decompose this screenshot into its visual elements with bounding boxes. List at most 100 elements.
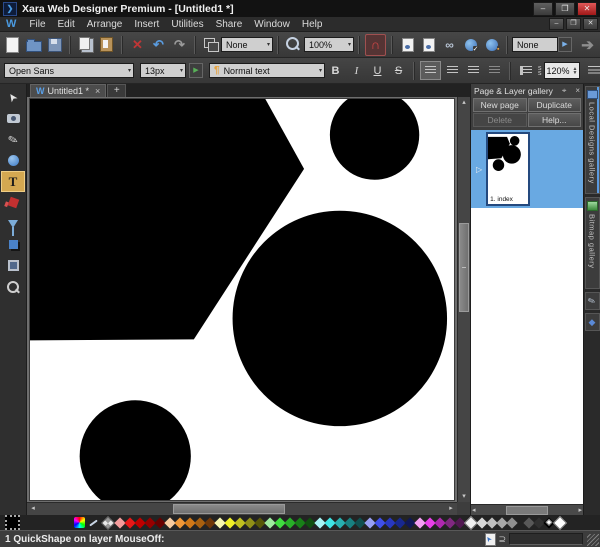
tool-transparency[interactable] — [1, 213, 25, 234]
minimize-button[interactable]: – — [533, 2, 553, 16]
align-center-button[interactable] — [443, 62, 462, 79]
scroll-up-icon[interactable]: ▴ — [458, 97, 470, 108]
align-right-button[interactable] — [464, 62, 483, 79]
save-button[interactable] — [45, 35, 64, 55]
preview-website-button[interactable] — [419, 35, 438, 55]
delete-button[interactable]: ✕ — [128, 35, 147, 55]
forward-button[interactable]: ➔ — [578, 35, 597, 55]
scroll-right-icon[interactable]: ▸ — [445, 503, 457, 515]
pin-icon[interactable]: ⌖ — [558, 86, 567, 96]
tool-shape-editor[interactable]: ✎ — [1, 129, 25, 150]
tool-selector[interactable]: ➤ — [1, 87, 25, 108]
tool-zoom[interactable] — [1, 276, 25, 297]
tool-text[interactable]: T — [1, 171, 25, 192]
tab-close-icon[interactable]: × — [95, 86, 100, 96]
font-size-dropdown[interactable]: 13px ▾ — [140, 63, 186, 78]
tool-fill[interactable] — [1, 192, 25, 213]
menu-edit[interactable]: Edit — [52, 18, 81, 31]
tab-fill-gallery[interactable]: ◆ — [585, 313, 600, 331]
canvas-page[interactable] — [29, 98, 455, 501]
web-link-button[interactable]: ∞ — [440, 35, 459, 55]
color-swatch[interactable] — [553, 515, 567, 529]
redo-button[interactable]: ↷ — [170, 35, 189, 55]
arrange-windows-button[interactable] — [201, 35, 220, 55]
menu-file[interactable]: File — [23, 18, 51, 31]
publish-button[interactable]: ▪ — [482, 35, 501, 55]
justify-button[interactable] — [485, 62, 504, 79]
menu-window[interactable]: Window — [248, 18, 296, 31]
vertical-scrollbar[interactable]: ▴ ▾ — [457, 97, 470, 502]
underline-button[interactable]: U — [368, 61, 387, 80]
line-spacing-spinner[interactable]: 120% ▲▼ — [544, 62, 581, 79]
expander-triangle-icon[interactable]: ▷ — [476, 165, 482, 174]
color-editor-icon[interactable] — [74, 517, 85, 528]
color-picker-icon[interactable] — [88, 517, 99, 528]
new-document-button[interactable] — [3, 35, 22, 55]
copy-button[interactable] — [76, 35, 95, 55]
gallery-scrollbar[interactable]: ◂ ▸ — [471, 504, 583, 515]
font-apply-button[interactable]: ▶ — [189, 63, 203, 78]
page-thumbnail[interactable]: 1. index — [486, 132, 530, 206]
indent-button[interactable] — [516, 62, 535, 79]
duplicate-button[interactable]: Duplicate — [528, 98, 582, 112]
text-icon: T — [9, 174, 18, 190]
delete-page-button[interactable]: Delete — [473, 113, 527, 127]
menu-arrange[interactable]: Arrange — [81, 18, 129, 31]
preview-page-button[interactable] — [398, 35, 417, 55]
tool-photo[interactable] — [1, 108, 25, 129]
close-button[interactable]: ✕ — [577, 2, 597, 16]
web-properties-button[interactable]: ✓ — [461, 35, 480, 55]
scroll-right-icon[interactable]: ▸ — [578, 506, 582, 514]
gallery-scroll-thumb[interactable] — [506, 506, 548, 515]
snap-to-objects-button[interactable]: ∩ — [365, 34, 386, 56]
paste-button[interactable] — [97, 35, 116, 55]
vertical-scroll-thumb[interactable] — [459, 223, 469, 312]
menu-share[interactable]: Share — [210, 18, 249, 31]
align-left-button[interactable] — [420, 61, 441, 80]
tool-ellipse[interactable] — [1, 150, 25, 171]
horizontal-scrollbar[interactable]: ◂ ▸ — [27, 502, 457, 515]
doc-minimize-button[interactable]: – — [549, 18, 564, 30]
bullet-list-button[interactable] — [584, 62, 600, 79]
font-dropdown[interactable]: Open Sans ▾ — [4, 63, 134, 78]
gallery-close-icon[interactable]: × — [571, 86, 580, 95]
horizontal-scroll-thumb[interactable] — [173, 504, 285, 514]
undo-button[interactable]: ↶ — [149, 35, 168, 55]
resize-grip[interactable] — [587, 534, 599, 546]
tool-shadow[interactable] — [1, 234, 25, 255]
strikethrough-button[interactable]: S — [389, 61, 408, 80]
stretch-dropdown[interactable]: None ▾ — [221, 37, 273, 52]
text-style-dropdown[interactable]: ¶ Normal text ▾ — [209, 63, 325, 78]
color-swatch[interactable] — [506, 517, 517, 528]
help-button[interactable]: Help... — [528, 113, 582, 127]
scroll-down-icon[interactable]: ▾ — [458, 491, 470, 502]
maximize-button[interactable]: ❐ — [555, 2, 575, 16]
page-item-selected[interactable]: ▷ 1. index — [471, 130, 583, 208]
scroll-left-icon[interactable]: ◂ — [27, 503, 39, 515]
current-color-indicator[interactable] — [5, 515, 20, 530]
zoom-tool-button[interactable] — [284, 35, 303, 55]
tool-bevel[interactable] — [1, 255, 25, 276]
menu-utilities[interactable]: Utilities — [165, 18, 209, 31]
tab-local-designs-gallery[interactable]: Local Designs gallery — [585, 86, 600, 194]
export-expand-button[interactable]: ▶ — [558, 37, 572, 52]
new-page-button[interactable]: New page — [473, 98, 527, 112]
menu-help[interactable]: Help — [296, 18, 329, 31]
xara-w-icon[interactable]: W — [6, 18, 16, 30]
super-sub-script-buttons[interactable]: s s — [538, 66, 542, 76]
menu-insert[interactable]: Insert — [128, 18, 165, 31]
spinner-arrows-icon[interactable]: ▲▼ — [573, 67, 578, 75]
doc-restore-button[interactable]: ❐ — [566, 18, 581, 30]
open-button[interactable] — [24, 35, 43, 55]
tab-line-gallery[interactable]: ✎ — [585, 292, 600, 310]
document-tab[interactable]: W Untitled1 * × — [30, 84, 106, 97]
italic-button[interactable]: I — [347, 61, 366, 80]
canvas-drawing[interactable] — [30, 99, 454, 500]
new-tab-button[interactable]: + — [107, 84, 126, 97]
doc-close-button[interactable]: ✕ — [583, 18, 598, 30]
bold-button[interactable]: B — [326, 61, 345, 80]
scroll-left-icon[interactable]: ◂ — [472, 506, 476, 514]
tab-bitmap-gallery[interactable]: Bitmap gallery — [585, 197, 600, 289]
export-preset-dropdown[interactable]: None — [512, 37, 558, 52]
zoom-level-dropdown[interactable]: 100% ▾ — [304, 37, 354, 52]
